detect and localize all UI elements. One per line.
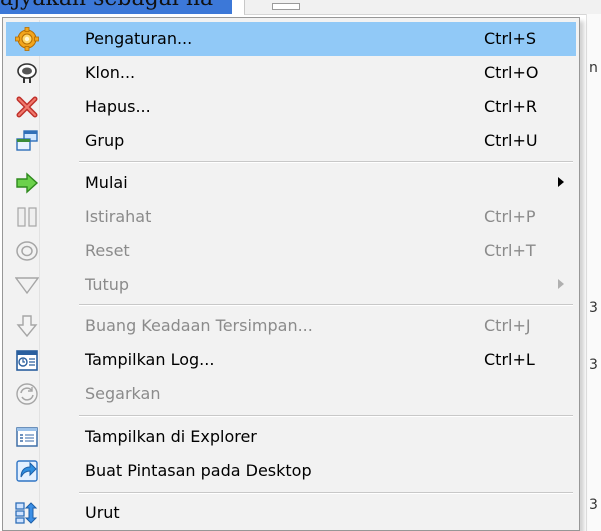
menu-separator <box>79 161 573 163</box>
menu-item-tampilkan-log[interactable]: Tampilkan Log... Ctrl+L <box>6 343 576 377</box>
menu-item-shortcut: Ctrl+J <box>484 316 531 335</box>
reset-icon <box>15 239 39 263</box>
menu-item-label: Mulai <box>85 173 128 192</box>
menu-item-urut[interactable]: Urut <box>6 496 576 530</box>
menu-item-grup[interactable]: Grup Ctrl+U <box>6 124 576 158</box>
discard-state-arrow-icon <box>15 314 39 338</box>
menu-item-label: Hapus... <box>85 97 151 116</box>
clone-sheep-icon <box>15 61 39 85</box>
menu-item-label: Reset <box>85 241 130 260</box>
menu-item-klon[interactable]: Klon... Ctrl+O <box>6 56 576 90</box>
context-menu: Pengaturan... Ctrl+S Klon... Ctrl+O Hapu… <box>2 17 580 531</box>
log-icon <box>15 348 39 372</box>
menu-item-pengaturan[interactable]: Pengaturan... Ctrl+S <box>6 22 576 56</box>
menu-item-shortcut: Ctrl+U <box>484 131 538 150</box>
menu-item-label: Buat Pintasan pada Desktop <box>85 461 312 480</box>
menu-item-shortcut: Ctrl+P <box>484 207 536 226</box>
background-fragment: n <box>589 60 598 76</box>
menu-item-hapus[interactable]: Hapus... Ctrl+R <box>6 90 576 124</box>
menu-item-mulai[interactable]: Mulai <box>6 166 576 200</box>
menu-separator <box>79 304 573 306</box>
submenu-arrow-icon <box>558 177 564 187</box>
menu-separator <box>79 492 573 494</box>
menu-item-istirahat[interactable]: Istirahat Ctrl+P <box>6 200 576 234</box>
start-arrow-icon <box>15 171 39 195</box>
menu-item-label: Tampilkan di Explorer <box>85 427 257 446</box>
menu-item-label: Istirahat <box>85 207 152 226</box>
background-tab-control <box>272 3 300 10</box>
explorer-list-icon <box>15 425 39 449</box>
menu-item-tampilkan-explorer[interactable]: Tampilkan di Explorer <box>6 420 576 454</box>
menu-separator <box>79 415 573 417</box>
menu-item-shortcut: Ctrl+O <box>484 63 539 82</box>
menu-item-reset[interactable]: Reset Ctrl+T <box>6 234 576 268</box>
submenu-arrow-icon <box>558 279 564 289</box>
background-fragment: 3 <box>589 497 598 513</box>
menu-item-label: Segarkan <box>85 384 161 403</box>
pause-icon <box>15 205 39 229</box>
menu-item-buang-keadaan[interactable]: Buang Keadaan Tersimpan... Ctrl+J <box>6 309 576 343</box>
menu-item-label: Tampilkan Log... <box>85 350 215 369</box>
menu-item-label: Pengaturan... <box>85 29 193 48</box>
background-panel-edge <box>586 14 601 531</box>
background-text: ajyakan sebagai ha <box>0 0 240 12</box>
menu-item-shortcut: Ctrl+T <box>484 241 536 260</box>
shortcut-arrow-icon <box>15 459 39 483</box>
menu-item-tutup[interactable]: Tutup <box>6 268 576 302</box>
background-fragment: 3 <box>589 300 598 316</box>
sort-icon <box>15 501 39 525</box>
menu-item-label: Buang Keadaan Tersimpan... <box>85 316 313 335</box>
menu-item-label: Grup <box>85 131 125 150</box>
close-triangle-icon <box>14 273 40 297</box>
menu-item-label: Klon... <box>85 63 136 82</box>
menu-item-shortcut: Ctrl+L <box>484 350 535 369</box>
menu-item-label: Tutup <box>85 275 130 294</box>
background-fragment: 3 <box>589 357 598 373</box>
delete-x-icon <box>15 95 39 119</box>
group-windows-icon <box>15 129 39 153</box>
menu-item-shortcut: Ctrl+R <box>484 97 537 116</box>
menu-item-buat-pintasan[interactable]: Buat Pintasan pada Desktop <box>6 454 576 488</box>
gear-icon <box>15 27 39 51</box>
menu-item-label: Urut <box>85 503 120 522</box>
menu-item-shortcut: Ctrl+S <box>484 29 537 48</box>
menu-item-segarkan[interactable]: Segarkan <box>6 377 576 411</box>
refresh-icon <box>15 382 39 406</box>
